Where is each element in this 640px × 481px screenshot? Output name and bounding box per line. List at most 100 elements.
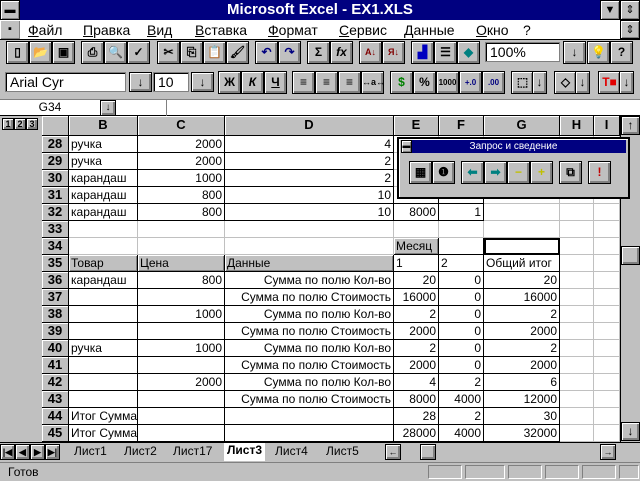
row-header[interactable]: 38 — [42, 306, 69, 323]
cell-G33[interactable] — [484, 221, 560, 238]
sheet-tab[interactable]: Лист4 — [275, 444, 308, 458]
cell-F43[interactable]: 4000 — [439, 391, 484, 408]
cell-I34[interactable] — [594, 238, 620, 255]
sort-descending-icon[interactable]: Я↓ — [382, 41, 405, 64]
cell-B32[interactable]: карандаш — [69, 204, 138, 221]
cell-F36[interactable]: 0 — [439, 272, 484, 289]
cell-I36[interactable] — [594, 272, 620, 289]
outline-level-2[interactable]: 2 — [14, 118, 26, 130]
menu-insert[interactable]: Вставка — [195, 22, 247, 38]
last-sheet-icon[interactable]: ▶| — [45, 444, 60, 460]
cell-I43[interactable] — [594, 391, 620, 408]
cell-I38[interactable] — [594, 306, 620, 323]
font-color-icon[interactable]: T■ — [598, 71, 621, 94]
cell-B33[interactable] — [69, 221, 138, 238]
column-header-H[interactable]: H — [560, 116, 594, 136]
restore-button[interactable]: ⇕ — [620, 0, 640, 20]
cell-C43[interactable] — [138, 391, 225, 408]
font-color-dropdown-icon[interactable]: ↓ — [619, 71, 634, 94]
menu-data[interactable]: Данные — [404, 22, 455, 38]
scroll-up-icon[interactable]: ↑ — [621, 116, 640, 135]
sort-ascending-icon[interactable]: А↓ — [359, 41, 382, 64]
cell-C29[interactable]: 2000 — [138, 153, 225, 170]
cell-F42[interactable]: 2 — [439, 374, 484, 391]
chart-wizard-icon[interactable]: ▟ — [411, 41, 434, 64]
cell-E42[interactable]: 4 — [394, 374, 439, 391]
cell-G45[interactable]: 32000 — [484, 425, 560, 442]
row-header[interactable]: 42 — [42, 374, 69, 391]
cell-C39[interactable] — [138, 323, 225, 340]
row-header[interactable]: 36 — [42, 272, 69, 289]
row-header[interactable]: 45 — [42, 425, 69, 442]
column-header-D[interactable]: D — [225, 116, 394, 136]
ungroup-icon[interactable]: ⬅ — [461, 161, 484, 184]
name-box-dropdown-icon[interactable]: ↓ — [100, 100, 116, 116]
cell-H44[interactable] — [560, 408, 594, 425]
cell-B30[interactable]: карандаш — [69, 170, 138, 187]
pivot-field-icon[interactable]: ❶ — [432, 161, 455, 184]
system-menu-icon[interactable]: ▬ — [0, 0, 20, 20]
column-header-I[interactable]: I — [594, 116, 620, 136]
row-header[interactable]: 32 — [42, 204, 69, 221]
cell-B45[interactable]: Итог Сумма по полю Стоимость — [69, 425, 249, 442]
cell-C33[interactable] — [138, 221, 225, 238]
cell-H43[interactable] — [560, 391, 594, 408]
cell-I35[interactable] — [594, 255, 620, 272]
cell-D40[interactable]: Сумма по полю Кол-во — [225, 340, 394, 357]
row-header[interactable]: 40 — [42, 340, 69, 357]
cell-F34[interactable] — [439, 238, 484, 255]
column-header-G[interactable]: G — [484, 116, 560, 136]
cell-E36[interactable]: 20 — [394, 272, 439, 289]
merge-center-icon[interactable]: ↔a↔ — [361, 71, 385, 94]
hscroll-right-icon[interactable]: → — [600, 444, 616, 460]
percent-button[interactable]: % — [413, 71, 436, 94]
cell-H42[interactable] — [560, 374, 594, 391]
cell-E44[interactable]: 28 — [394, 408, 439, 425]
size-dropdown-icon[interactable]: ↓ — [191, 72, 214, 92]
align-left-icon[interactable]: ≡ — [292, 71, 315, 94]
sheet-tab[interactable]: Лист1 — [74, 444, 107, 458]
cell-B31[interactable]: карандаш — [69, 187, 138, 204]
cell-H35[interactable] — [560, 255, 594, 272]
cell-F35[interactable]: 2 — [439, 255, 484, 272]
cell-F38[interactable]: 0 — [439, 306, 484, 323]
doc-menu-icon[interactable]: ▪ — [0, 20, 20, 39]
pivot-wizard-icon[interactable]: ▦ — [409, 161, 432, 184]
currency-icon[interactable]: $ — [390, 71, 413, 94]
align-center-icon[interactable]: ≡ — [315, 71, 338, 94]
cell-C38[interactable]: 1000 — [138, 306, 225, 323]
doc-restore-button[interactable]: ⇕ — [620, 20, 640, 39]
first-sheet-icon[interactable]: |◀ — [0, 444, 15, 460]
cell-I42[interactable] — [594, 374, 620, 391]
cell-F44[interactable]: 2 — [439, 408, 484, 425]
row-header[interactable]: 34 — [42, 238, 69, 255]
cut-icon[interactable]: ✂ — [157, 41, 180, 64]
row-header[interactable]: 30 — [42, 170, 69, 187]
cell-G39[interactable]: 2000 — [484, 323, 560, 340]
align-right-icon[interactable]: ≡ — [338, 71, 361, 94]
cell-E45[interactable]: 28000 — [394, 425, 439, 442]
menu-help[interactable]: ? — [523, 22, 531, 38]
undo-icon[interactable]: ↶ — [255, 41, 278, 64]
hide-detail-icon[interactable]: − — [507, 161, 530, 184]
menu-format[interactable]: Формат — [268, 22, 318, 38]
sheet-tab[interactable]: Лист17 — [173, 444, 212, 458]
menu-view[interactable]: Вид — [147, 22, 172, 38]
next-sheet-icon[interactable]: ▶ — [30, 444, 45, 460]
open-icon[interactable]: 📂 — [29, 41, 52, 64]
redo-icon[interactable]: ↷ — [278, 41, 301, 64]
row-header[interactable]: 37 — [42, 289, 69, 306]
cell-F37[interactable]: 0 — [439, 289, 484, 306]
cell-D38[interactable]: Сумма по полю Кол-во — [225, 306, 394, 323]
cell-B28[interactable]: ручка — [69, 136, 138, 153]
sheet-tab[interactable]: Лист2 — [124, 444, 157, 458]
cell-F45[interactable]: 4000 — [439, 425, 484, 442]
scroll-down-icon[interactable]: ↓ — [621, 422, 640, 441]
menu-edit[interactable]: Правка — [83, 22, 130, 38]
cell-H34[interactable] — [560, 238, 594, 255]
menu-file[interactable]: Файл — [28, 22, 62, 38]
menu-window[interactable]: Окно — [476, 22, 509, 38]
outline-level-1[interactable]: 1 — [2, 118, 14, 130]
cell-C35[interactable]: Цена — [138, 255, 225, 272]
cell-C36[interactable]: 800 — [138, 272, 225, 289]
